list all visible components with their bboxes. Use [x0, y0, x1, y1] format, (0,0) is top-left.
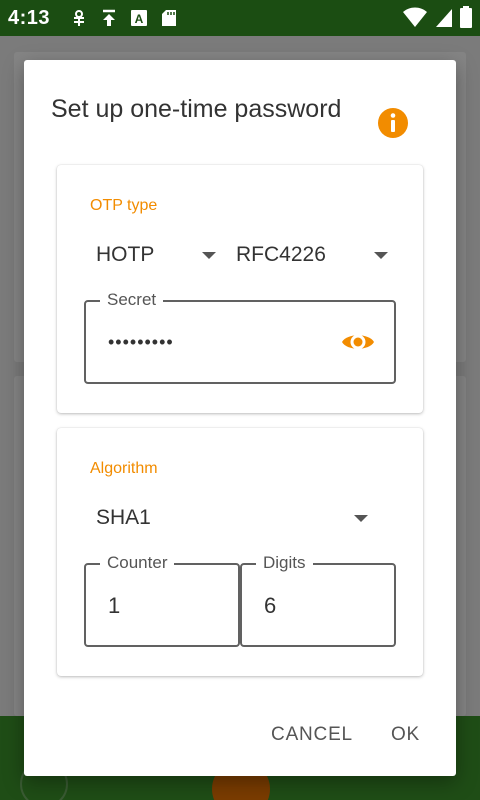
sd-card-icon	[162, 10, 177, 26]
secret-label: Secret	[100, 290, 164, 310]
otp-setup-dialog: Set up one-time password OTP type HOTP R…	[24, 60, 456, 776]
algorithm-value: SHA1	[96, 506, 151, 529]
counter-field[interactable]: Counter 1	[84, 553, 240, 647]
eye-icon[interactable]	[340, 328, 376, 356]
a-icon: A	[131, 10, 148, 26]
status-icons-left: A	[70, 9, 178, 27]
ok-button[interactable]: OK	[391, 724, 420, 746]
battery-icon	[460, 6, 472, 28]
secret-field[interactable]: Secret •••••••••	[84, 290, 396, 384]
wifi-icon	[403, 7, 427, 27]
cancel-button[interactable]: CANCEL	[271, 724, 353, 746]
upload-icon	[103, 9, 116, 26]
algorithm-card: Algorithm SHA1 Counter 1 Digits 6	[57, 428, 423, 676]
counter-label: Counter	[100, 553, 175, 573]
usb-debug-icon	[74, 10, 85, 26]
digits-label: Digits	[256, 553, 313, 573]
otp-type-label: OTP type	[90, 197, 158, 214]
otp-type-dropdown[interactable]: HOTP	[96, 235, 216, 275]
chevron-down-icon	[354, 515, 368, 522]
chevron-down-icon	[374, 252, 388, 259]
dialog-actions: CANCEL OK	[271, 724, 420, 746]
algorithm-dropdown[interactable]: SHA1	[96, 498, 368, 538]
status-time: 4:13	[8, 6, 51, 29]
signal-icon	[436, 9, 452, 27]
digits-value: 6	[264, 593, 277, 618]
counter-value: 1	[108, 593, 121, 618]
svg-text:A: A	[135, 12, 144, 26]
info-icon[interactable]	[377, 107, 409, 139]
otp-type-value: HOTP	[96, 243, 155, 266]
status-bar: 4:13 A	[0, 0, 480, 36]
digits-field[interactable]: Digits 6	[240, 553, 396, 647]
algorithm-label: Algorithm	[90, 460, 158, 477]
status-icons-right	[402, 6, 472, 28]
dialog-title: Set up one-time password	[51, 95, 342, 123]
secret-value: •••••••••	[108, 332, 174, 352]
otp-standard-dropdown[interactable]: RFC4226	[236, 235, 388, 275]
otp-type-card: OTP type HOTP RFC4226 Secret •••••••••	[57, 165, 423, 413]
otp-standard-value: RFC4226	[236, 243, 326, 266]
chevron-down-icon	[202, 252, 216, 259]
